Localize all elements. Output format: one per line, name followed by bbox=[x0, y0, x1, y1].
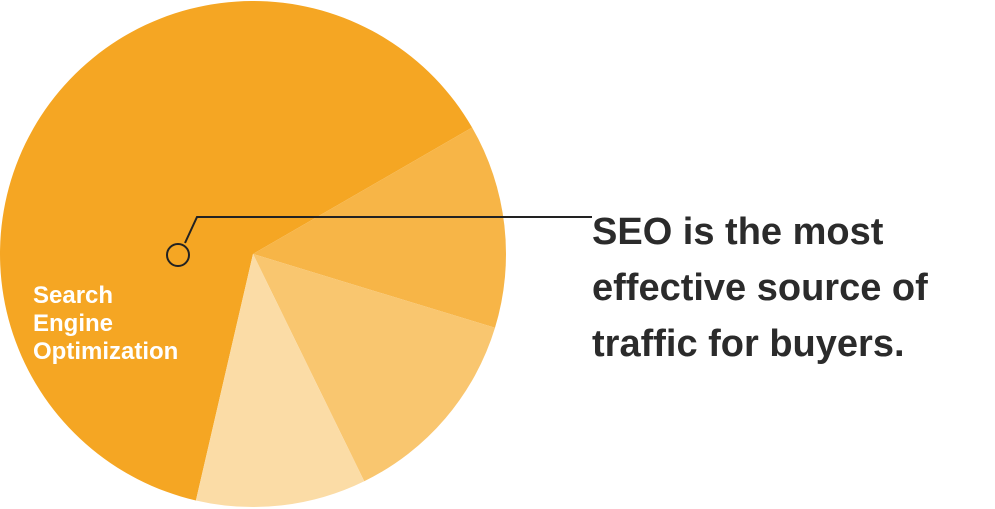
pie-slices bbox=[0, 1, 506, 507]
slice-label-line-3: Optimization bbox=[33, 338, 178, 365]
slice-label-line-1: Search bbox=[33, 282, 113, 309]
slice-label-line-2: Engine bbox=[33, 310, 113, 337]
callout-text: SEO is the most effective source of traf… bbox=[592, 211, 928, 365]
